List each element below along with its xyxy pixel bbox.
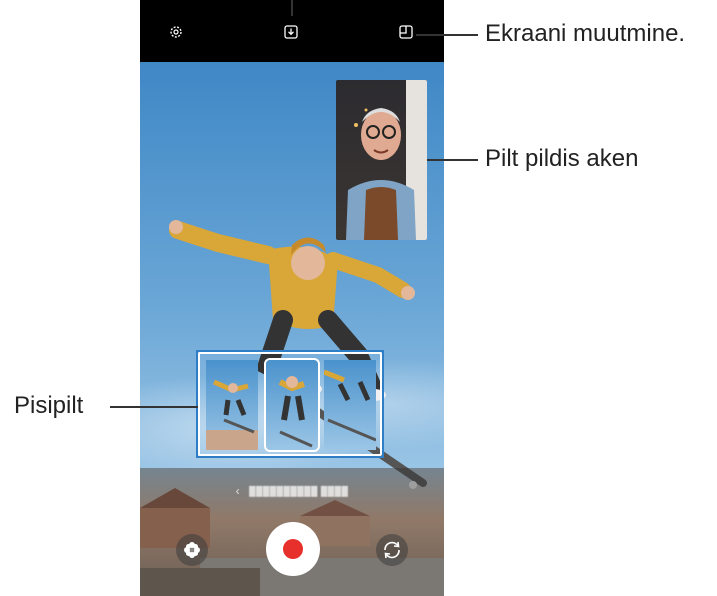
effects-button[interactable] [176, 534, 208, 566]
camera-screen: ‹ ██████████ ████ [140, 0, 444, 596]
callout-line-pip [427, 159, 478, 161]
flower-icon [184, 542, 200, 558]
record-icon [283, 539, 303, 559]
pip-window[interactable] [336, 80, 427, 240]
callout-line-screen-change [416, 34, 478, 36]
thumbnail-highlight [196, 350, 384, 458]
gear-icon[interactable] [168, 24, 184, 40]
record-button[interactable] [266, 522, 320, 576]
mode-label: ██████████ ████ [249, 486, 349, 496]
rotate-camera-icon [384, 541, 400, 559]
callout-line-save [291, 0, 293, 16]
callout-line-thumbnail [110, 406, 198, 408]
callout-thumbnail: Pisipilt [14, 392, 84, 419]
download-icon[interactable] [283, 24, 299, 40]
callout-pip-window: Pilt pildis aken [485, 145, 639, 172]
callout-screen-change: Ekraani muutmine. [485, 20, 686, 47]
screen-layout-icon[interactable] [398, 24, 414, 40]
chevron-left-icon[interactable]: ‹ [236, 484, 241, 498]
mode-selector[interactable]: ‹ ██████████ ████ [140, 484, 444, 502]
switch-camera-button[interactable] [376, 534, 408, 566]
